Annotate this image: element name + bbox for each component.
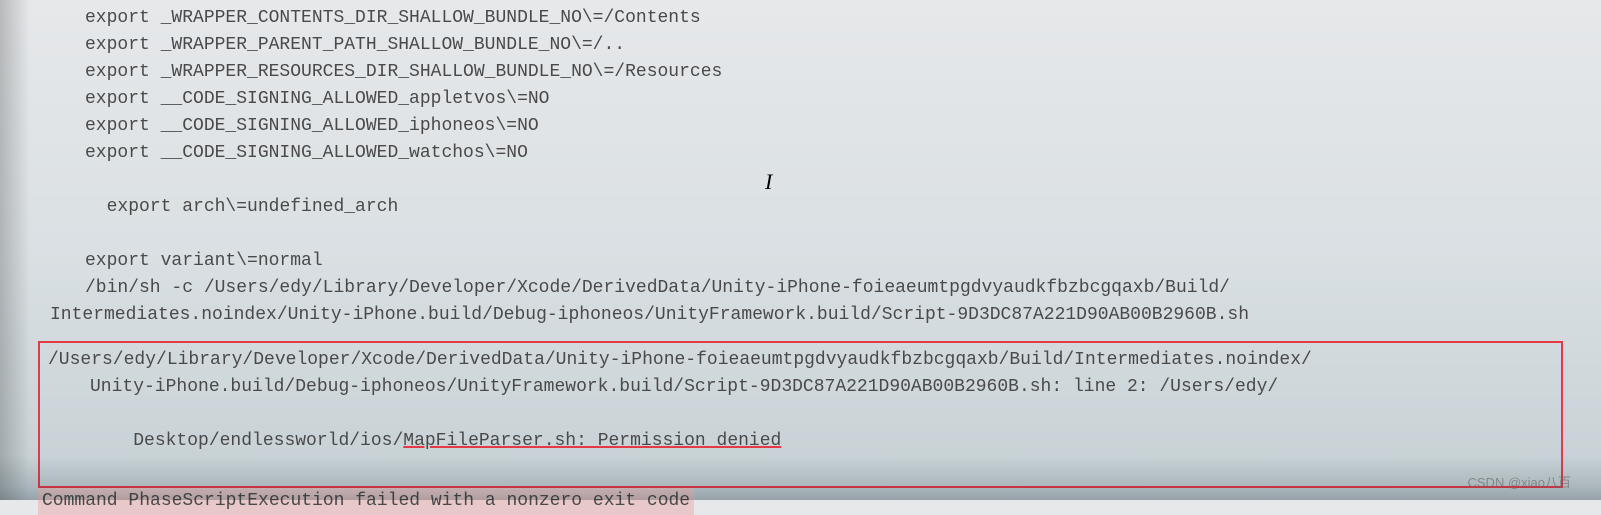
error-line: /Users/edy/Library/Developer/Xcode/Deriv…	[40, 347, 1561, 374]
error-path: Desktop/endlessworld/ios/	[133, 431, 403, 451]
log-line: export __CODE_SIGNING_ALLOWED_watchos\=N…	[0, 140, 1601, 167]
log-line: export __CODE_SIGNING_ALLOWED_iphoneos\=…	[0, 113, 1601, 140]
watermark: CSDN @xiao八百	[1468, 473, 1572, 493]
log-line: export _WRAPPER_CONTENTS_DIR_SHALLOW_BUN…	[0, 5, 1601, 32]
log-line: export __CODE_SIGNING_ALLOWED_appletvos\…	[0, 86, 1601, 113]
log-line: export _WRAPPER_PARENT_PATH_SHALLOW_BUND…	[0, 32, 1601, 59]
log-line: export variant\=normal	[0, 248, 1601, 275]
log-line-continuation: Intermediates.noindex/Unity-iPhone.build…	[0, 302, 1601, 329]
error-permission-denied: MapFileParser.sh: Permission denied	[403, 431, 781, 451]
log-line: export arch\=undefined_arch I	[0, 167, 1601, 248]
log-line: /bin/sh -c /Users/edy/Library/Developer/…	[0, 275, 1601, 302]
error-line-continuation: Unity-iPhone.build/Debug-iphoneos/UnityF…	[40, 374, 1561, 401]
log-text: export arch\=undefined_arch	[107, 197, 399, 217]
text-cursor-icon: I	[765, 165, 772, 198]
log-line: export _WRAPPER_RESOURCES_DIR_SHALLOW_BU…	[0, 59, 1601, 86]
